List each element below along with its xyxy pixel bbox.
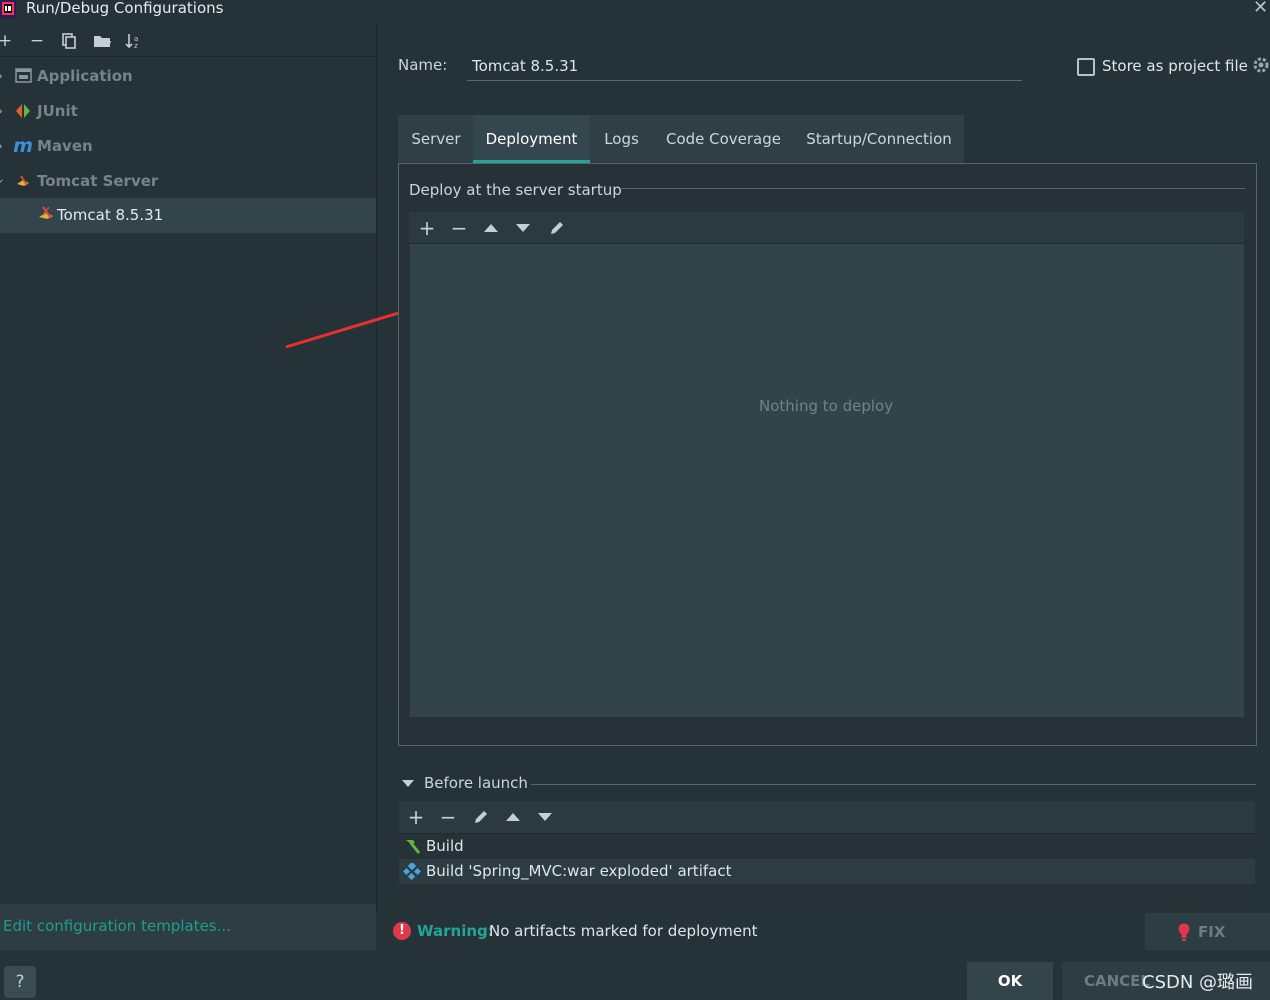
chevron-right-icon[interactable]: › — [0, 69, 3, 83]
before-launch-toolbar: + − — [399, 801, 1255, 834]
copy-icon[interactable] — [58, 28, 80, 54]
cancel-label: CANCEL — [1084, 972, 1150, 990]
tree-item-maven[interactable]: › m Maven — [0, 128, 376, 163]
tree-item-label: Tomcat Server — [37, 171, 159, 190]
intellij-app-icon — [0, 0, 16, 18]
chevron-right-icon[interactable]: › — [0, 104, 3, 118]
edit-templates-bar: Edit configuration templates... — [0, 904, 376, 950]
tree-item-junit[interactable]: › JUnit — [0, 93, 376, 128]
sort-icon[interactable]: az — [123, 28, 145, 54]
hammer-icon — [403, 838, 421, 859]
name-input[interactable] — [467, 52, 1022, 81]
tree-item-label: Tomcat 8.5.31 — [57, 206, 164, 224]
tab-server[interactable]: Server — [398, 115, 474, 163]
before-launch-title[interactable]: Before launch — [424, 774, 528, 792]
watermark: CSDN @璐画 — [1142, 972, 1254, 993]
tree-item-tomcat-server[interactable]: › Tomcat Server — [0, 163, 376, 198]
help-button[interactable]: ? — [4, 966, 36, 998]
before-launch-list: Build Build 'Spring_MVC:war exploded' ar… — [399, 834, 1255, 902]
warning-icon: ! — [393, 922, 411, 940]
application-icon — [13, 66, 33, 86]
lightbulb-icon — [1177, 923, 1191, 945]
edit-pencil-icon[interactable] — [469, 801, 493, 833]
add-icon[interactable]: + — [0, 28, 16, 54]
deploy-list[interactable] — [410, 244, 1244, 717]
name-label: Name: — [398, 56, 448, 74]
deploy-section-title: Deploy at the server startup — [409, 181, 622, 199]
tab-code-coverage[interactable]: Code Coverage — [653, 115, 794, 163]
ok-button[interactable]: OK — [967, 962, 1053, 1000]
list-item-label: Build 'Spring_MVC:war exploded' artifact — [426, 862, 732, 880]
warning-label: Warning: — [417, 922, 494, 940]
config-tabs: Server Deployment Logs Code Coverage Sta… — [398, 115, 964, 163]
svg-text:z: z — [134, 42, 138, 49]
tree-item-label: Application — [37, 66, 133, 85]
gear-icon[interactable] — [1252, 56, 1270, 74]
chevron-down-icon[interactable]: › — [0, 178, 7, 183]
remove-icon[interactable]: − — [436, 801, 460, 833]
move-up-icon[interactable] — [501, 801, 525, 833]
deploy-toolbar: + − — [409, 212, 1244, 244]
edit-templates-link[interactable]: Edit configuration templates... — [3, 917, 231, 935]
move-down-icon[interactable] — [533, 801, 557, 833]
folder-icon[interactable] — [91, 28, 113, 54]
divider — [620, 188, 1245, 189]
divider — [531, 784, 1256, 785]
remove-icon[interactable]: − — [26, 28, 48, 54]
add-icon[interactable]: + — [404, 801, 428, 833]
chevron-right-icon[interactable]: › — [0, 139, 3, 153]
fix-button[interactable]: FIX — [1145, 913, 1270, 950]
list-item[interactable]: Build 'Spring_MVC:war exploded' artifact — [399, 859, 1255, 884]
list-item-label: Build — [426, 837, 464, 855]
remove-icon[interactable]: − — [447, 212, 471, 243]
tab-startup-connection[interactable]: Startup/Connection — [794, 115, 964, 163]
sidebar-toolbar: + − az — [0, 28, 376, 57]
move-down-icon[interactable] — [511, 212, 535, 243]
move-up-icon[interactable] — [479, 212, 503, 243]
close-icon[interactable]: ✕ — [1253, 0, 1268, 18]
window-title: Run/Debug Configurations — [26, 0, 224, 17]
artifact-icon — [402, 861, 422, 884]
tree-item-tomcat-8-5-31[interactable]: Tomcat 8.5.31 — [0, 198, 376, 233]
warning-text: No artifacts marked for deployment — [489, 922, 758, 940]
tree-item-label: Maven — [37, 136, 93, 155]
tree-item-label: JUnit — [37, 101, 78, 120]
fix-label: FIX — [1198, 923, 1226, 941]
edit-pencil-icon[interactable] — [545, 212, 569, 243]
tree-item-application[interactable]: › Application — [0, 58, 376, 93]
tomcat-icon — [37, 205, 55, 227]
tab-deployment[interactable]: Deployment — [473, 115, 590, 163]
chevron-down-icon[interactable] — [402, 780, 414, 787]
add-icon[interactable]: + — [415, 212, 439, 243]
empty-state-text: Nothing to deploy — [759, 397, 894, 415]
tab-logs[interactable]: Logs — [590, 115, 653, 163]
tomcat-icon — [13, 171, 33, 191]
junit-icon — [13, 101, 33, 121]
store-as-project-checkbox[interactable] — [1077, 58, 1095, 76]
store-as-project-label[interactable]: Store as project file — [1102, 57, 1248, 75]
maven-icon: m — [13, 134, 33, 157]
list-item[interactable]: Build — [399, 834, 1255, 859]
